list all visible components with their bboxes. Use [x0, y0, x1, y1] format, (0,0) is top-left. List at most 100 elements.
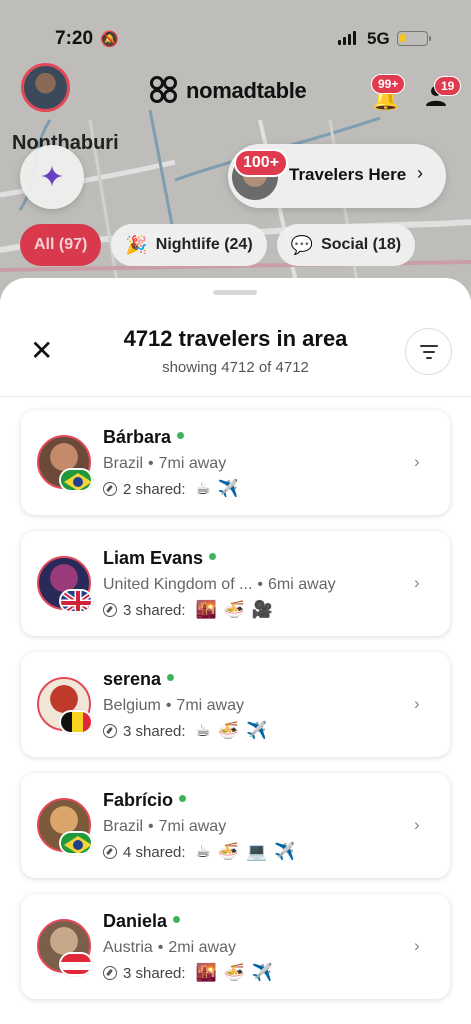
shared-count: 3 shared:	[123, 722, 186, 740]
filter-chip-social[interactable]: 💬 Social (18)	[276, 224, 416, 266]
interest-icon: 🍜	[223, 600, 245, 619]
travelers-sheet: ✕ 4712 travelers in area showing 4712 of…	[0, 278, 471, 1024]
shared-interests: ☕ 🍜 💻 ✈️	[196, 842, 296, 862]
filter-chip-all[interactable]: All (97)	[20, 224, 102, 266]
online-indicator-icon	[177, 431, 185, 439]
country-flag-icon	[59, 831, 93, 855]
interest-icon: 🎥	[251, 600, 274, 619]
interest-icon: ✈️	[217, 479, 239, 498]
online-indicator-icon	[167, 673, 175, 681]
filter-chip-nightlife[interactable]: 🎉 Nightlife (24)	[111, 224, 267, 266]
interest-icon: 🍜	[217, 721, 239, 740]
interest-icon: ☕	[195, 479, 211, 498]
brand-logo: nomadtable	[150, 76, 307, 106]
chevron-right-icon: ›	[414, 936, 420, 955]
status-time: 7:20	[55, 28, 94, 49]
shared-interests: 🌇 🍜 ✈️	[196, 963, 274, 983]
party-popper-icon: 🎉	[125, 234, 148, 255]
compass-icon	[103, 482, 117, 496]
traveler-name: Bárbara	[103, 427, 172, 447]
interest-icon: 💻	[245, 842, 268, 861]
interest-icon: 🍜	[217, 842, 239, 861]
traveler-distance: 7mi away	[176, 697, 244, 714]
traveler-card-3[interactable]: Fabrício Brazil • 7mi away 4 shared: ☕ 🍜 💻 ✈️…	[21, 773, 450, 878]
country-flag-icon	[59, 710, 93, 734]
battery-icon	[397, 31, 431, 46]
shared-interests: ☕ 🍜 ✈️	[196, 721, 268, 741]
country-flag-icon	[59, 589, 93, 613]
sparkles-icon: ✦	[39, 160, 65, 194]
traveler-list: Bárbara Brazil • 7mi away 2 shared: ☕ ✈️ › …	[21, 410, 450, 1015]
filter-chip-label: All (97)	[34, 236, 88, 253]
travelers-here-button[interactable]: 100+ Travelers Here ›	[228, 144, 446, 208]
chevron-right-icon: ›	[417, 163, 423, 183]
traveler-distance: 7mi away	[158, 455, 227, 472]
status-bar: 7:20 🔕 5G	[0, 0, 471, 70]
separator-dot: •	[148, 455, 154, 472]
traveler-card-0[interactable]: Bárbara Brazil • 7mi away 2 shared: ☕ ✈️ ›	[21, 410, 450, 515]
separator-dot: •	[257, 576, 264, 593]
interest-icon: ✈️	[245, 721, 268, 740]
chevron-right-icon: ›	[414, 815, 420, 834]
shared-interests: ☕ ✈️	[196, 479, 239, 499]
chevron-right-icon: ›	[414, 452, 420, 471]
country-flag-icon	[59, 952, 93, 976]
filter-chip-label: Nightlife (24)	[155, 236, 253, 253]
travelers-count-badge: 100+	[234, 149, 289, 177]
divider	[0, 396, 471, 397]
traveler-name: Daniela	[103, 911, 168, 931]
compass-icon	[103, 724, 117, 738]
shared-count: 3 shared:	[123, 601, 186, 619]
sheet-subtitle: showing 4712 of 4712	[162, 359, 309, 376]
signal-icon	[338, 31, 356, 45]
separator-dot: •	[165, 697, 172, 714]
filter-chip-label: Social (18)	[321, 236, 402, 253]
filter-button[interactable]	[405, 328, 452, 375]
shared-count: 3 shared:	[123, 964, 186, 982]
shared-count: 2 shared:	[123, 480, 186, 498]
shared-interests: 🌇 🍜 🎥	[196, 600, 274, 620]
compass-icon	[103, 845, 117, 859]
traveler-card-4[interactable]: Daniela Austria • 2mi away 3 shared: 🌇 🍜 ✈️ …	[21, 894, 450, 999]
traveler-country: Brazil	[103, 455, 144, 472]
sheet-drag-handle[interactable]	[213, 290, 257, 295]
country-flag-icon	[59, 468, 93, 492]
chevron-right-icon: ›	[414, 573, 420, 592]
brand-name: nomadtable	[186, 78, 307, 103]
filter-chips: All (97) 🎉 Nightlife (24) 💬 Social (18)	[20, 224, 416, 266]
online-indicator-icon	[209, 552, 217, 560]
speech-bubble-icon: 💬	[290, 234, 314, 255]
notifications-badge: 99+	[371, 74, 406, 94]
compass-icon	[103, 966, 117, 980]
traveler-card-2[interactable]: serena Belgium • 7mi away 3 shared: ☕ 🍜 ✈️ ›	[21, 652, 450, 757]
separator-dot: •	[157, 939, 164, 956]
interest-icon: ☕	[195, 721, 211, 740]
traveler-distance: 7mi away	[158, 818, 227, 835]
interest-icon: ✈️	[251, 963, 274, 982]
requests-badge: 19	[434, 76, 462, 96]
ai-sparkle-button[interactable]: ✦	[20, 145, 84, 209]
traveler-country: United Kingdom of ...	[103, 576, 253, 593]
online-indicator-icon	[173, 915, 181, 923]
interest-icon: 🍜	[223, 963, 245, 982]
separator-dot: •	[148, 818, 154, 835]
traveler-card-1[interactable]: Liam Evans United Kingdom of ... • 6mi awa…	[21, 531, 450, 636]
interest-icon: 🌇	[195, 600, 217, 619]
traveler-distance: 6mi away	[268, 576, 336, 593]
interest-icon: 🌇	[195, 963, 217, 982]
chevron-right-icon: ›	[414, 694, 420, 713]
silent-mode-icon: 🔕	[100, 31, 119, 48]
nomadtable-logo-icon	[150, 76, 180, 106]
compass-icon	[103, 603, 117, 617]
traveler-country: Austria	[103, 939, 153, 956]
interest-icon: ☕	[195, 842, 211, 861]
traveler-country: Belgium	[103, 697, 161, 714]
profile-avatar[interactable]	[21, 63, 70, 112]
online-indicator-icon	[179, 794, 187, 802]
interest-icon: ✈️	[274, 842, 296, 861]
traveler-name: Liam Evans	[103, 548, 204, 568]
sheet-title: 4712 travelers in area	[123, 326, 348, 351]
traveler-country: Brazil	[103, 818, 144, 835]
traveler-name: serena	[103, 669, 162, 689]
shared-count: 4 shared:	[123, 843, 186, 861]
